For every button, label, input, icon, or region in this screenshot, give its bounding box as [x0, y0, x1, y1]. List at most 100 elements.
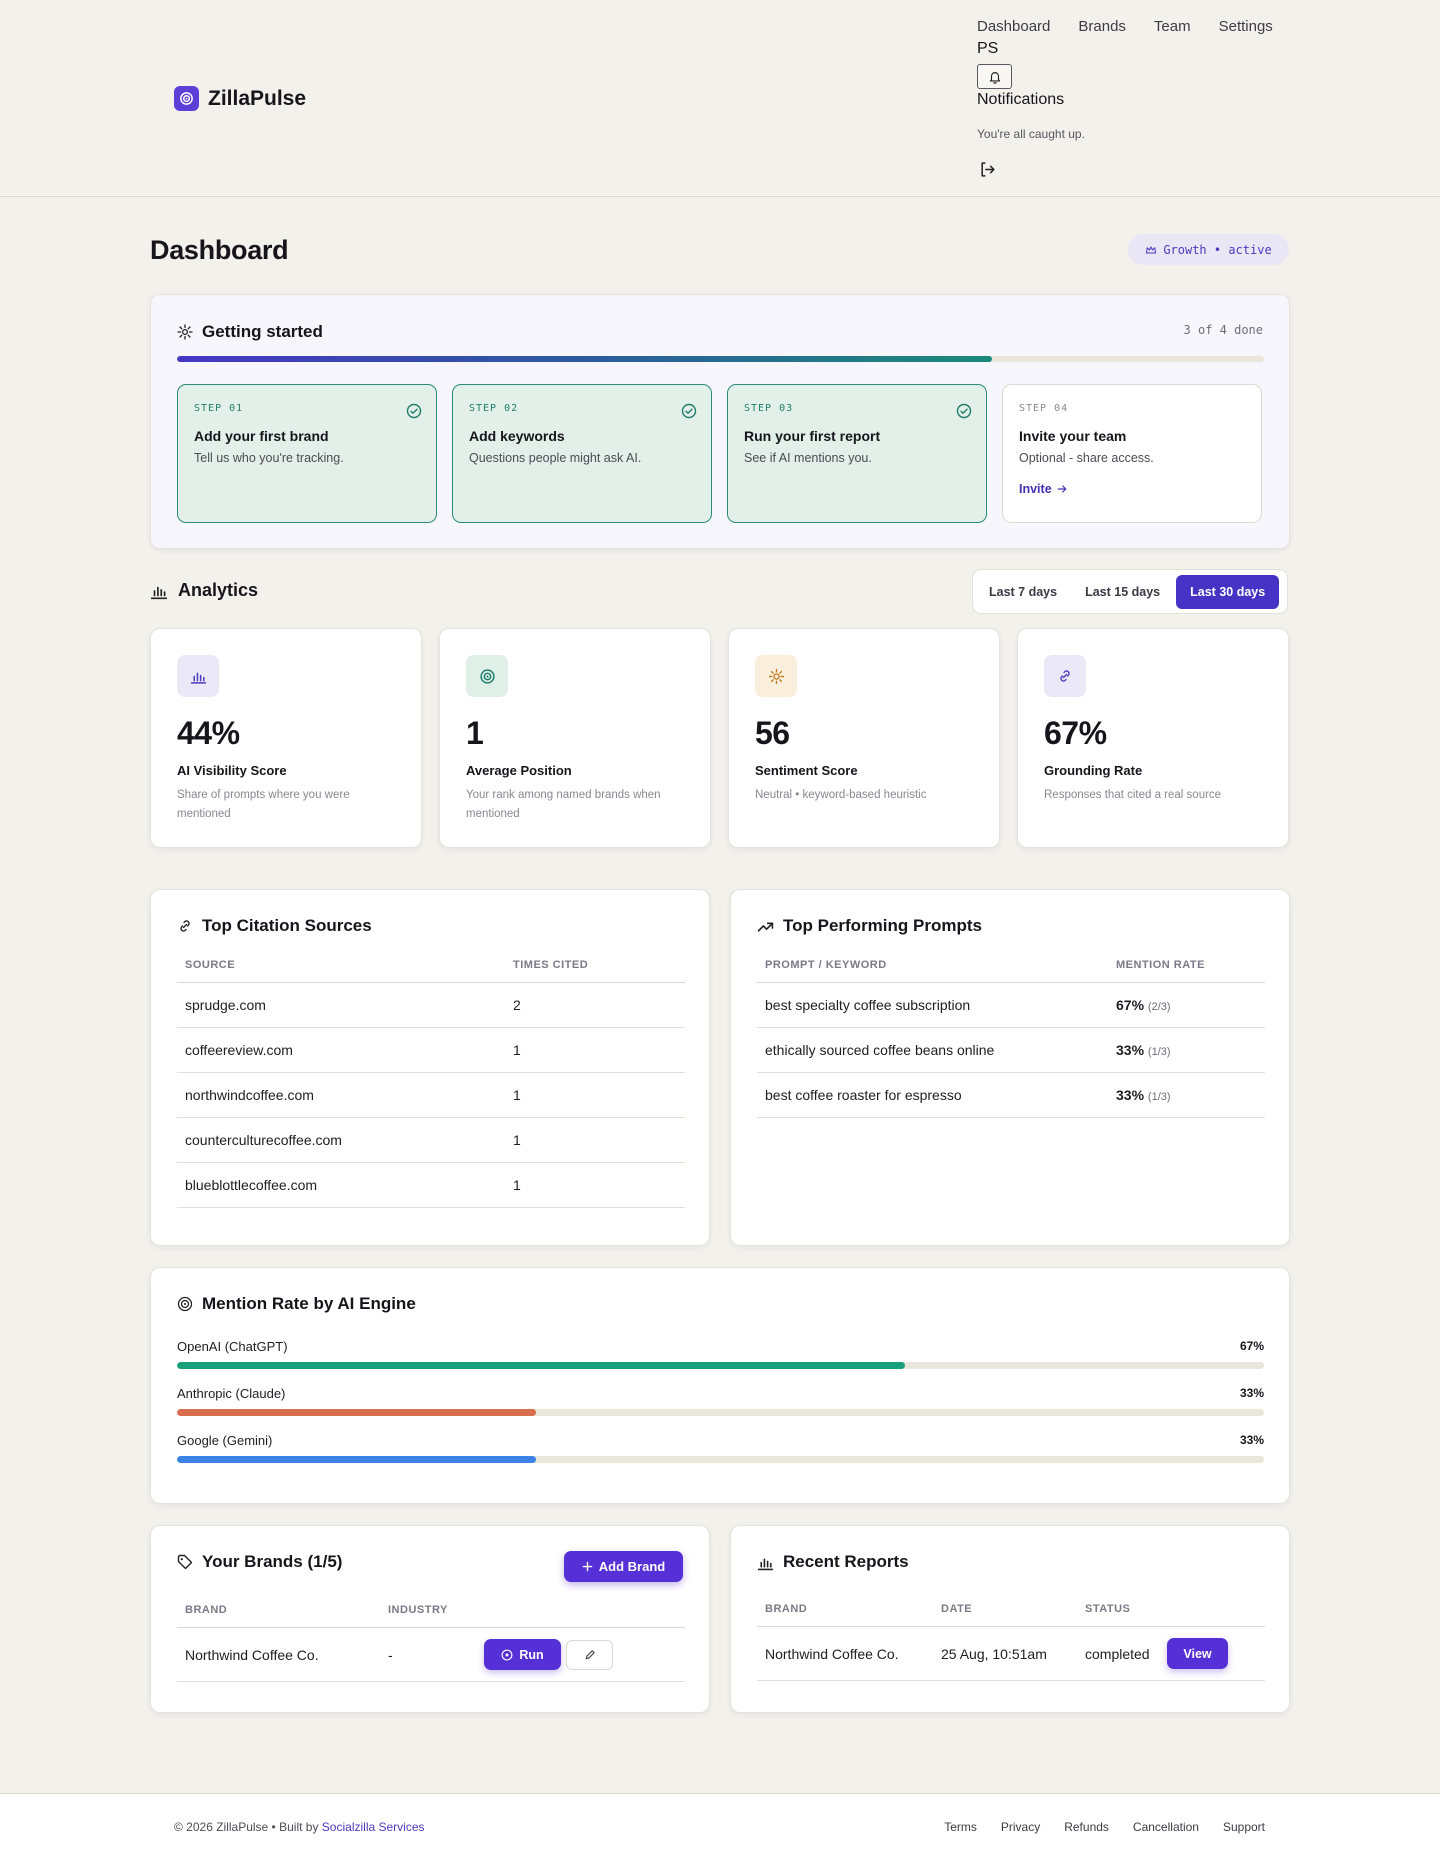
run-label: Run: [519, 1647, 544, 1662]
onboarding-progress-bar: [177, 356, 1264, 362]
run-report-button[interactable]: Run: [484, 1639, 561, 1670]
source-cell: blueblottlecoffee.com: [177, 1162, 505, 1208]
footer-link-terms[interactable]: Terms: [944, 1820, 977, 1834]
prompt-cell: ethically sourced coffee beans online: [757, 1027, 1108, 1073]
step-desc: See if AI mentions you.: [744, 451, 872, 465]
logout-icon: [980, 161, 995, 177]
add-brand-button[interactable]: Add Brand: [564, 1551, 683, 1582]
nav-settings[interactable]: Settings: [1219, 18, 1273, 35]
brands-table: BRAND INDUSTRY Northwind Coffee Co. - Ru…: [177, 1604, 685, 1682]
page-footer: © 2026 ZillaPulse • Built by Socialzilla…: [0, 1793, 1440, 1862]
step-desc: Tell us who you're tracking.: [194, 451, 344, 465]
column-header-actions: [486, 1604, 685, 1628]
edit-brand-button[interactable]: [566, 1640, 613, 1670]
main-nav: Dashboard Brands Team Settings: [977, 18, 1273, 35]
user-avatar[interactable]: PS: [977, 40, 998, 58]
copyright-text: © 2026 ZillaPulse • Built by: [174, 1820, 319, 1834]
invite-link[interactable]: Invite: [1019, 482, 1245, 496]
count-cell: 1: [505, 1072, 685, 1118]
nav-team[interactable]: Team: [1154, 18, 1191, 35]
nav-dashboard[interactable]: Dashboard: [977, 18, 1050, 35]
source-cell: counterculturecoffee.com: [177, 1117, 505, 1163]
getting-started-count: 3 of 4 done: [1183, 323, 1263, 337]
arrow-right-icon: [1057, 485, 1067, 493]
engine-bar-fill: [177, 1409, 536, 1416]
table-header-row: SOURCE TIMES CITED: [177, 959, 685, 983]
table-row: counterculturecoffee.com 1: [177, 1117, 685, 1163]
engine-bar-track: [177, 1456, 1264, 1463]
plan-badge: Growth • active: [1128, 234, 1289, 265]
logout-button[interactable]: [977, 159, 997, 179]
range-30-days[interactable]: Last 30 days: [1176, 574, 1280, 609]
getting-started-card: Getting started 3 of 4 done STEP 01 Add …: [150, 294, 1290, 549]
check-circle-icon: [681, 403, 697, 419]
step-desc: Optional - share access.: [1019, 451, 1154, 465]
table-header-row: PROMPT / KEYWORD MENTION RATE: [757, 959, 1265, 983]
notifications-button[interactable]: [977, 64, 1012, 89]
table-row: blueblottlecoffee.com 1: [177, 1162, 685, 1208]
step-number: STEP 02: [469, 403, 519, 414]
engine-row-google: Google (Gemini) 33%: [177, 1433, 1264, 1463]
app-logo[interactable]: ZillaPulse: [174, 86, 306, 111]
table-row: coffeereview.com 1: [177, 1027, 685, 1073]
step-add-brand[interactable]: STEP 01 Add your first brand Tell us who…: [177, 384, 437, 523]
table-row: best coffee roaster for espresso 33% (1/…: [757, 1072, 1265, 1118]
date-cell: 25 Aug, 10:51am: [933, 1626, 1077, 1681]
table-row: Northwind Coffee Co. 25 Aug, 10:51am com…: [757, 1626, 1265, 1681]
target-icon: [177, 1296, 193, 1312]
citation-sources-table: SOURCE TIMES CITED sprudge.com 2 coffeere…: [177, 959, 685, 1208]
tag-icon: [177, 1554, 193, 1570]
metric-card-position: 1 Average Position Your rank among named…: [439, 628, 711, 848]
pencil-icon: [585, 1650, 595, 1660]
column-header: PROMPT / KEYWORD: [757, 959, 1108, 983]
top-header: ZillaPulse Dashboard Brands Team Setting…: [0, 0, 1440, 197]
metric-label: Grounding Rate: [1044, 763, 1143, 778]
footer-link-refunds[interactable]: Refunds: [1064, 1820, 1109, 1834]
actions-cell: View: [1167, 1626, 1265, 1681]
footer-link-privacy[interactable]: Privacy: [1001, 1820, 1040, 1834]
metric-card-grounding: 67% Grounding Rate Responses that cited …: [1017, 628, 1289, 848]
step-title: Run your first report: [744, 428, 881, 444]
metric-value: 1: [466, 715, 484, 751]
brand-cell: Northwind Coffee Co.: [757, 1626, 933, 1681]
bar-chart-icon: [150, 586, 168, 599]
metric-desc: Neutral • keyword-based heuristic: [755, 789, 927, 801]
engine-row-openai: OpenAI (ChatGPT) 67%: [177, 1339, 1264, 1369]
engine-bar-track: [177, 1409, 1264, 1416]
metric-label: Average Position: [466, 763, 572, 778]
range-7-days[interactable]: Last 7 days: [977, 576, 1069, 608]
column-header: DATE: [933, 1603, 1077, 1627]
footer-link-cancellation[interactable]: Cancellation: [1133, 1820, 1199, 1834]
onboarding-steps: STEP 01 Add your first brand Tell us who…: [177, 384, 1264, 523]
sparkle-icon: [177, 324, 193, 340]
top-prompts-table: PROMPT / KEYWORD MENTION RATE best speci…: [757, 959, 1265, 1118]
column-header: BRAND: [757, 1603, 933, 1627]
column-header: TIMES CITED: [505, 959, 685, 983]
builder-link[interactable]: Socialzilla Services: [322, 1820, 425, 1834]
column-header: MENTION RATE: [1108, 959, 1265, 983]
range-15-days[interactable]: Last 15 days: [1073, 576, 1172, 608]
table-row: best specialty coffee subscription 67% (…: [757, 982, 1265, 1028]
view-label: View: [1183, 1646, 1212, 1661]
count-cell: 1: [505, 1027, 685, 1073]
rate-value: 33%: [1116, 1087, 1145, 1103]
actions-cell: Run: [484, 1627, 685, 1682]
count-cell: 1: [505, 1162, 685, 1208]
view-report-button[interactable]: View: [1167, 1638, 1228, 1669]
nav-brands[interactable]: Brands: [1078, 18, 1126, 35]
metric-desc: Responses that cited a real source: [1044, 789, 1222, 801]
metric-desc: Your rank among named brands when mentio…: [466, 789, 661, 820]
step-run-report[interactable]: STEP 03 Run your first report See if AI …: [727, 384, 987, 523]
check-circle-icon: [406, 403, 422, 419]
footer-link-support[interactable]: Support: [1223, 1820, 1265, 1834]
column-header: INDUSTRY: [380, 1604, 486, 1628]
step-add-keywords[interactable]: STEP 02 Add keywords Questions people mi…: [452, 384, 712, 523]
engine-pct: 67%: [1239, 1339, 1264, 1353]
step-title: Add keywords: [469, 428, 565, 444]
link-icon: [180, 920, 190, 932]
trending-up-icon: [757, 922, 774, 932]
step-number: STEP 01: [194, 403, 244, 414]
step-desc: Questions people might ask AI.: [469, 451, 642, 465]
step-number: STEP 04: [1019, 403, 1069, 414]
play-circle-icon: [501, 1649, 513, 1660]
